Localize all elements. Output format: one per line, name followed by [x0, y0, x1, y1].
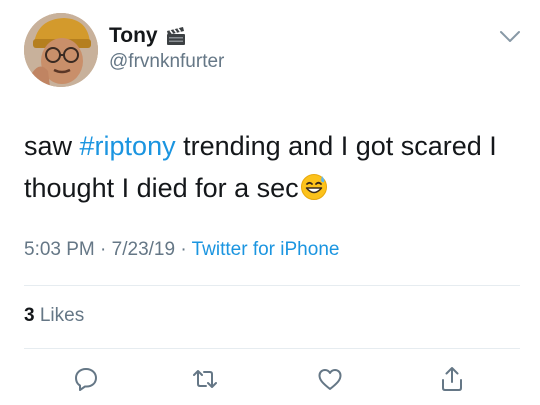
divider: [24, 348, 520, 349]
display-name[interactable]: Tony: [109, 24, 187, 48]
grinning-sweat-emoji-icon: [300, 171, 328, 200]
clapper-board-icon: [165, 25, 187, 47]
tweet-date: 7/23/19: [111, 239, 176, 260]
display-name-text: Tony: [109, 24, 158, 47]
tweet-time: 5:03 PM: [24, 239, 95, 260]
likes-stat[interactable]: 3 Likes: [24, 305, 84, 327]
likes-count: 3: [24, 305, 35, 326]
likes-label: Likes: [39, 305, 85, 326]
tweet-meta: 5:03 PM · 7/23/19 · Twitter for iPhone: [24, 239, 339, 261]
tweet-text-before: saw: [24, 131, 80, 161]
meta-separator: ·: [175, 239, 192, 260]
divider: [24, 285, 520, 286]
hashtag-link[interactable]: #riptony: [80, 131, 176, 161]
meta-separator: ·: [94, 239, 112, 260]
tweet-source-link[interactable]: Twitter for iPhone: [192, 239, 340, 260]
share-icon[interactable]: [438, 365, 466, 393]
reply-icon[interactable]: [72, 365, 100, 393]
chevron-down-icon[interactable]: [499, 30, 521, 44]
like-icon[interactable]: [316, 365, 344, 393]
retweet-icon[interactable]: [191, 365, 219, 393]
tweet-text: saw #riptony trending and I got scared I…: [24, 125, 524, 209]
avatar[interactable]: [24, 13, 98, 87]
user-handle[interactable]: @frvnknfurter: [109, 51, 224, 73]
